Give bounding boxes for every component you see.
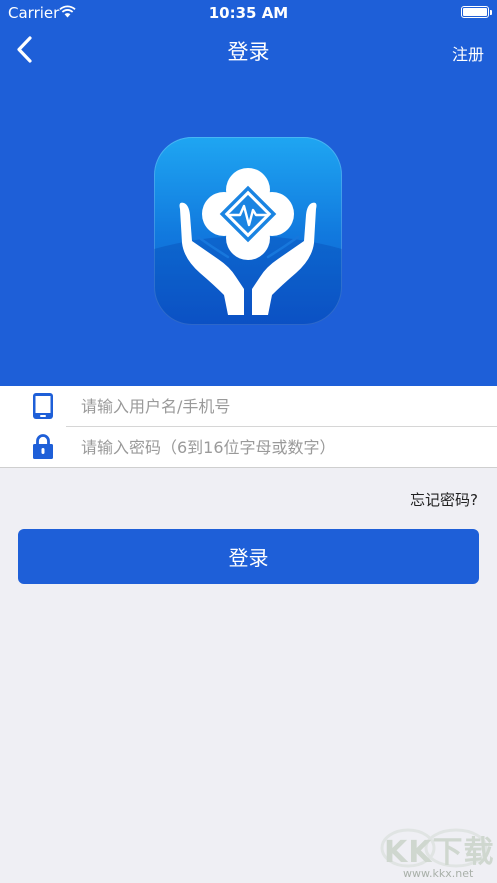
phone-icon [33, 393, 53, 419]
username-input[interactable] [81, 386, 481, 426]
battery-icon [461, 6, 492, 18]
register-button[interactable]: 注册 [452, 41, 484, 65]
medical-care-logo-icon [154, 168, 342, 325]
forgot-password-link[interactable]: 忘记密码? [410, 489, 478, 510]
username-row [0, 386, 497, 427]
status-bar: Carrier 10:35 AM [0, 0, 497, 26]
back-button[interactable] [12, 34, 42, 66]
password-row [0, 427, 497, 467]
form-bottom-border [0, 467, 497, 468]
watermark-text: KK下载 [384, 835, 495, 870]
password-input[interactable] [81, 427, 481, 467]
login-form [0, 386, 497, 468]
app-logo [154, 137, 342, 325]
lock-icon [33, 434, 53, 459]
login-button[interactable]: 登录 [18, 529, 479, 584]
status-time: 10:35 AM [208, 4, 289, 22]
header-banner: Carrier 10:35 AM 登录 注册 [0, 0, 497, 386]
page-title: 登录 [227, 40, 270, 64]
chevron-left-icon [17, 36, 32, 63]
watermark-url: www.kkx.net [403, 867, 474, 880]
